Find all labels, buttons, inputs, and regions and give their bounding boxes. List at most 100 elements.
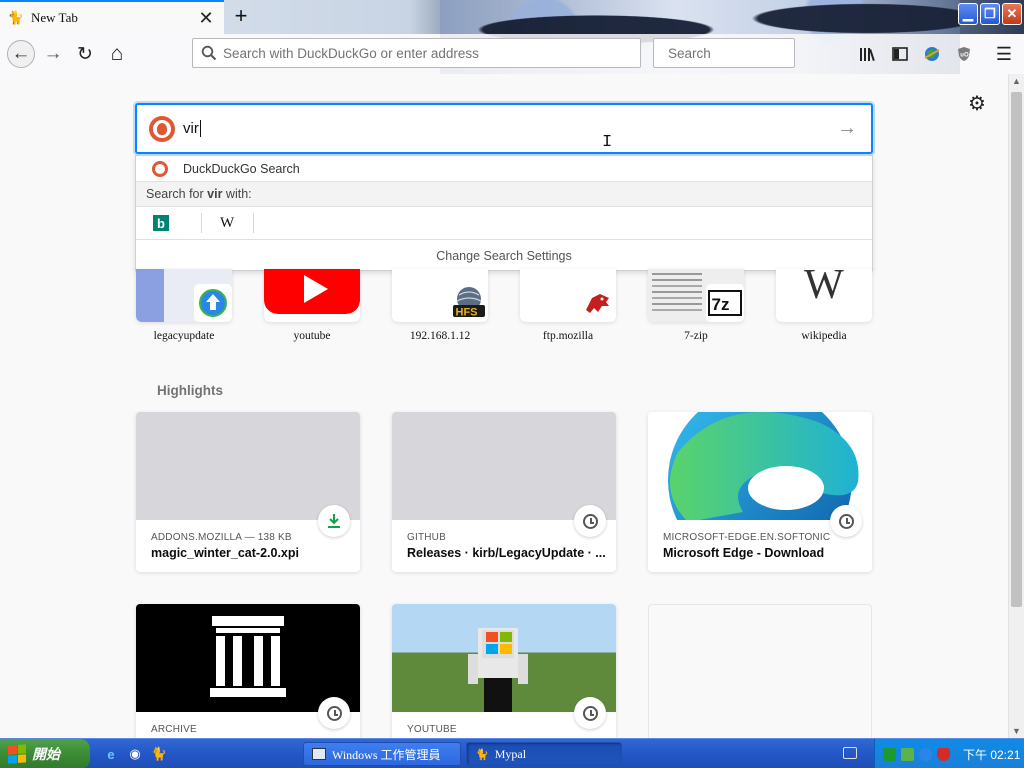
top-site-youtube[interactable]: youtube (264, 269, 360, 342)
top-site-legacyupdate[interactable]: legacyupdate (136, 269, 232, 342)
taskbar-clock[interactable]: 下午 02:21 (963, 746, 1020, 763)
top-site-7-zip[interactable]: 7z 7-zip (648, 269, 744, 342)
search-submit-arrow-icon[interactable]: → (837, 117, 857, 140)
highlight-card[interactable]: MICROSOFT-EDGE.EN.SOFTONIC Microsoft Edg… (648, 412, 872, 572)
7zip-badge-text: 7z (712, 295, 730, 314)
svg-text:uO: uO (960, 53, 969, 59)
newtab-page: ⚙ vir → I DuckDuckGo Search Search for v… (0, 74, 1008, 738)
forward-button[interactable]: → (40, 41, 66, 67)
ublock-shield-icon[interactable]: uO (952, 42, 976, 66)
restore-button[interactable]: ❐ (980, 3, 1000, 25)
tray-globe-icon[interactable] (919, 747, 932, 761)
cat-favicon-icon: 🐈 (7, 10, 25, 25)
scroll-up-arrow-icon[interactable]: ▲ (1012, 76, 1021, 86)
top-site-wikipedia[interactable]: W wikipedia (776, 269, 872, 342)
search-term: vir (207, 187, 223, 201)
browser-quicklaunch-icon[interactable]: ◉ (126, 745, 144, 763)
minecraft-thumbnail (392, 604, 616, 712)
keyboard-icon[interactable] (843, 747, 857, 759)
search-for-prefix: Search for (146, 187, 208, 201)
highlights-heading: Highlights (157, 383, 223, 398)
task-windows-task-manager[interactable]: Windows 工作管理員 (303, 742, 461, 766)
task-label: Mypal (494, 746, 527, 761)
highlight-card[interactable]: ADDONS.MOZILLA — 138 KB magic_winter_cat… (136, 412, 360, 572)
mozilla-dino-icon (578, 284, 616, 322)
search-input[interactable] (668, 39, 845, 67)
tab-new-tab[interactable]: 🐈 New Tab ✕ (0, 0, 224, 34)
home-button[interactable]: ⌂ (104, 41, 130, 67)
reload-button[interactable]: ↻ (72, 41, 98, 67)
hamburger-menu-icon[interactable]: ☰ (992, 42, 1016, 66)
highlight-card[interactable]: GITHUB Releases · kirb/LegacyUpdate · ..… (392, 412, 616, 572)
top-site-tile: 7z (648, 269, 744, 322)
ibeam-cursor-icon: I (602, 133, 613, 152)
duckduckgo-logo-icon (149, 115, 175, 142)
top-site-tile (136, 269, 232, 322)
cat-quicklaunch-icon[interactable]: 🐈 (150, 745, 168, 763)
window-close-button[interactable]: ✕ (1002, 3, 1022, 25)
highlight-host: YOUTUBE (407, 724, 457, 735)
engine-label: DuckDuckGo Search (183, 161, 300, 176)
windows-taskbar: 開始 e ◉ 🐈 Windows 工作管理員 🐈 Mypal 下午 02:21 (0, 738, 1024, 768)
highlight-card[interactable]: ARCHIVE (136, 604, 360, 738)
extension-globe-icon[interactable] (920, 42, 944, 66)
url-input[interactable] (223, 39, 640, 67)
top-site-tile (264, 269, 360, 322)
history-clock-icon (574, 505, 606, 537)
newtab-search-box[interactable]: vir → (135, 103, 873, 154)
gear-icon[interactable]: ⚙ (966, 93, 988, 115)
wikipedia-w-icon: W (804, 269, 844, 308)
top-site-192-168-1-12[interactable]: HFS 192.168.1.12 (392, 269, 488, 342)
search-for-header: Search for vir with: (136, 182, 872, 207)
highlight-thumbnail (392, 412, 616, 520)
minimize-button[interactable]: ▁ (958, 3, 978, 25)
download-icon (318, 505, 350, 537)
highlight-host: GITHUB (407, 532, 446, 543)
scrollbar-thumb[interactable] (1011, 92, 1022, 607)
duckduckgo-search-suggestion[interactable]: DuckDuckGo Search (136, 156, 872, 182)
change-search-settings-button[interactable]: Change Search Settings (136, 240, 872, 271)
duckduckgo-icon (152, 160, 168, 177)
search-query-text[interactable]: vir (183, 120, 201, 138)
top-site-tile (520, 269, 616, 322)
task-mypal[interactable]: 🐈 Mypal (466, 742, 622, 766)
library-icon[interactable] (856, 42, 880, 66)
top-site-label: 7-zip (684, 330, 708, 342)
top-site-label: youtube (293, 330, 331, 342)
top-site-label: ftp.mozilla (542, 330, 594, 342)
history-clock-icon (318, 697, 350, 729)
tray-network-icon[interactable] (901, 747, 914, 761)
search-icon (201, 45, 217, 61)
tray-green-icon[interactable] (883, 747, 896, 761)
bing-engine-button[interactable]: b (150, 213, 202, 233)
search-bar[interactable] (653, 38, 845, 68)
system-tray: 下午 02:21 (874, 739, 1024, 768)
ie-icon[interactable]: e (102, 745, 120, 763)
top-site-tile: W (776, 269, 872, 322)
tray-shield-icon[interactable] (937, 747, 950, 761)
one-off-engines: b W (136, 207, 872, 240)
highlight-title: Releases · kirb/LegacyUpdate · ... (407, 546, 606, 560)
quick-launch: e ◉ 🐈 (102, 745, 168, 763)
page-scrollbar[interactable]: ▲ ▼ (1008, 74, 1024, 738)
wikipedia-engine-button[interactable]: W (202, 213, 254, 233)
new-tab-button[interactable]: + (229, 5, 253, 29)
start-label: 開始 (32, 746, 60, 762)
back-button[interactable]: ← (7, 40, 35, 68)
highlight-title: magic_winter_cat-2.0.xpi (151, 546, 299, 560)
archive-logo-thumbnail (136, 604, 360, 712)
highlight-card[interactable]: YOUTUBE (392, 604, 616, 738)
top-site-ftp-mozilla[interactable]: ftp.mozilla (520, 269, 616, 342)
cat-task-icon: 🐈 (475, 748, 489, 761)
window-controls: ▁ ❐ ✕ (958, 3, 1022, 25)
start-button[interactable]: 開始 (0, 739, 90, 768)
highlight-title: Microsoft Edge - Download (663, 546, 825, 560)
history-clock-icon (574, 697, 606, 729)
top-site-label: wikipedia (801, 330, 847, 342)
url-bar[interactable] (192, 38, 641, 68)
sidebar-icon[interactable] (888, 42, 912, 66)
history-clock-icon (830, 505, 862, 537)
close-tab-icon[interactable]: ✕ (196, 8, 216, 28)
scroll-down-arrow-icon[interactable]: ▼ (1012, 726, 1021, 736)
search-suggestions-dropdown: DuckDuckGo Search Search for vir with: b… (135, 155, 873, 271)
